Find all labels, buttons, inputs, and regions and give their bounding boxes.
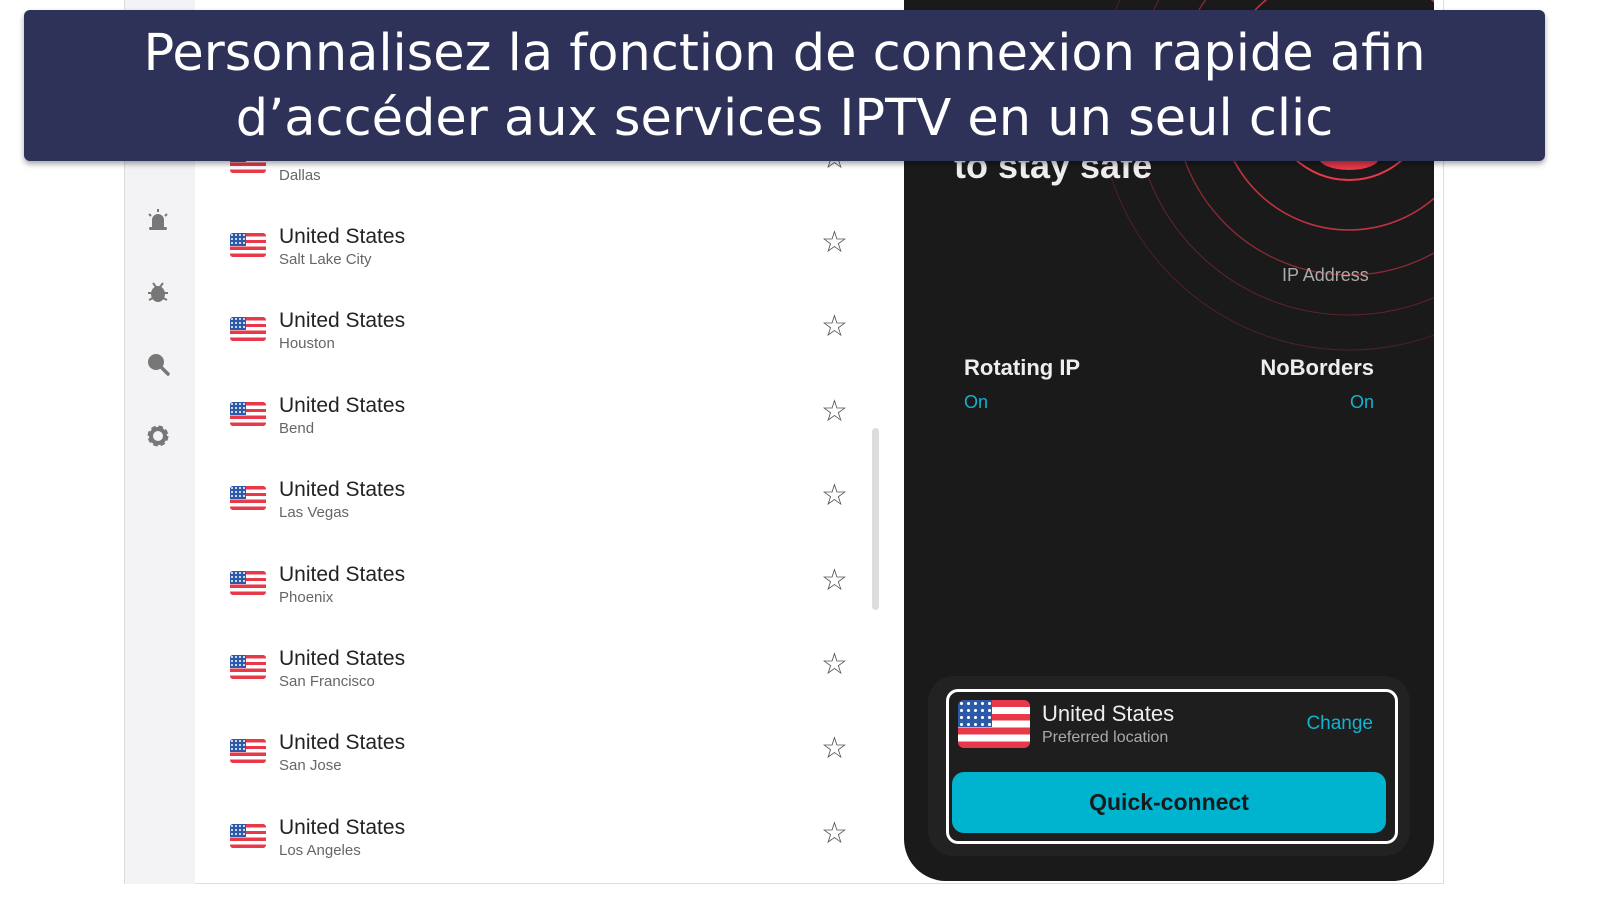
caption-line-1: Personnalisez la fonction de connexion r… (143, 24, 1426, 83)
server-country: United States (279, 731, 406, 755)
server-city: Houston (279, 335, 335, 353)
caption-banner: Personnalisez la fonction de connexion r… (24, 10, 1545, 161)
search-icon[interactable] (145, 351, 171, 377)
server-city: Los Angeles (279, 841, 361, 859)
alarm-icon[interactable] (145, 207, 171, 233)
server-city: Bend (279, 419, 315, 437)
us-flag-icon (230, 655, 266, 679)
server-city: Salt Lake City (279, 251, 372, 268)
us-flag-icon (230, 739, 266, 764)
favorite-star-icon[interactable]: ☆ (821, 563, 848, 598)
server-country: United States (279, 647, 406, 670)
server-country: United States (279, 309, 406, 333)
favorite-star-icon[interactable]: ☆ (821, 816, 848, 851)
us-flag-icon (230, 570, 266, 595)
server-row[interactable]: United States Las Vegas ☆ (195, 456, 875, 540)
gear-icon[interactable] (145, 423, 171, 449)
server-row[interactable]: United States Salt Lake City ☆ (195, 203, 875, 287)
favorite-star-icon[interactable]: ☆ (821, 478, 848, 513)
server-country: United States (279, 478, 406, 502)
favorite-star-icon[interactable]: ☆ (821, 225, 848, 260)
server-row[interactable]: United States Houston ☆ (195, 287, 875, 371)
server-row[interactable]: United States Los Angeles ☆ (195, 794, 875, 878)
server-country: United States (279, 225, 406, 248)
server-city: San Jose (279, 757, 342, 775)
server-row[interactable]: United States San Jose ☆ (195, 709, 875, 793)
server-city: Las Vegas (279, 504, 350, 522)
server-row[interactable]: United States Bend ☆ (195, 372, 875, 456)
server-row[interactable]: United States San Francisco ☆ (195, 625, 875, 709)
server-city: Phoenix (279, 588, 334, 606)
rotating-ip-label: Rotating IP (964, 355, 1081, 380)
us-flag-icon (230, 823, 266, 848)
favorite-star-icon[interactable]: ☆ (821, 309, 848, 344)
server-city: San Francisco (279, 673, 375, 690)
us-flag-icon (230, 233, 266, 257)
location-country: United States (1042, 701, 1175, 726)
favorite-star-icon[interactable]: ☆ (821, 394, 848, 429)
us-flag-icon (230, 317, 266, 342)
us-flag-icon (230, 401, 266, 426)
change-location-link[interactable]: Change (1306, 713, 1373, 735)
bug-icon[interactable] (145, 279, 171, 305)
quick-connect-button[interactable]: Quick-connect (952, 772, 1386, 833)
server-country: United States (279, 562, 406, 586)
server-country: United States (279, 815, 406, 839)
noborders-status: On (1349, 392, 1374, 412)
scrollbar[interactable] (872, 428, 879, 610)
us-flag-icon (230, 486, 266, 511)
favorite-star-icon[interactable]: ☆ (821, 731, 848, 766)
us-flag-icon (958, 700, 1030, 748)
rotating-ip-status: On (964, 392, 989, 412)
noborders-label: NoBorders (1260, 355, 1374, 380)
server-country: United States (279, 393, 406, 417)
favorite-star-icon[interactable]: ☆ (821, 647, 848, 682)
server-city: Dallas (279, 167, 321, 184)
ip-address-label: IP Address (1282, 265, 1369, 285)
server-row[interactable]: United States Phoenix ☆ (195, 541, 875, 625)
location-subtitle: Preferred location (1042, 729, 1169, 746)
caption-line-2: d’accéder aux services IPTV en un seul c… (235, 89, 1334, 148)
